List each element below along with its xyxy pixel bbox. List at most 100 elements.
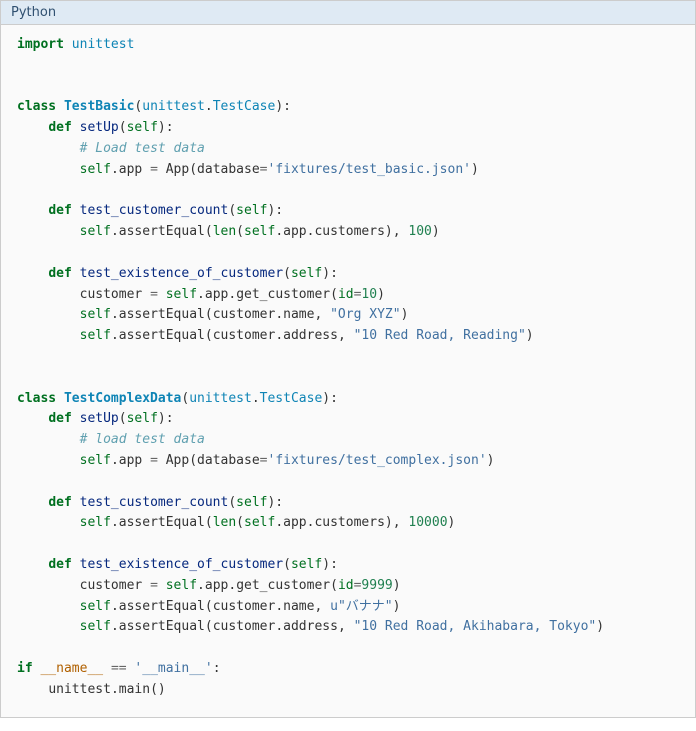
num-9999: 9999 [361, 578, 392, 593]
str-addr-reading: "10 Red Road, Reading" [354, 328, 526, 343]
bi-len: len [213, 515, 236, 530]
kw-def: def [48, 120, 71, 135]
self: self [166, 287, 197, 302]
op-eq: = [260, 162, 268, 177]
self: self [236, 203, 267, 218]
code-content: import unittest class TestBasic(unittest… [1, 25, 695, 717]
var-customer: customer [80, 287, 143, 302]
code-block: Python import unittest class TestBasic(u… [0, 0, 696, 718]
op-eq: = [150, 162, 158, 177]
language-label: Python [11, 5, 56, 20]
fn-test-customer-count: test_customer_count [80, 495, 229, 510]
self: self [291, 557, 322, 572]
self: self [291, 266, 322, 281]
self: self [80, 515, 111, 530]
mod-unittest: unittest [48, 682, 111, 697]
var-customer: customer [80, 578, 143, 593]
attr-app: app [283, 224, 306, 239]
attr-app: app [119, 162, 142, 177]
kw-class: class [17, 391, 56, 406]
cls-testcase: TestCase [213, 99, 276, 114]
str-main: '__main__' [134, 661, 212, 676]
fn-get-customer: get_customer [236, 287, 330, 302]
num-10: 10 [361, 287, 377, 302]
kwarg-database: database [197, 162, 260, 177]
self: self [236, 495, 267, 510]
cls-testcase: TestCase [260, 391, 323, 406]
fn-test-customer-count: test_customer_count [80, 203, 229, 218]
mod-unittest: unittest [189, 391, 252, 406]
fn-setup: setUp [80, 411, 119, 426]
kw-def: def [48, 495, 71, 510]
self: self [166, 578, 197, 593]
fn-assertEqual: assertEqual [119, 328, 205, 343]
str-fixture-complex: 'fixtures/test_complex.json' [268, 453, 487, 468]
op-eq: = [150, 453, 158, 468]
self: self [80, 162, 111, 177]
attr-name: name [283, 307, 314, 322]
var-customer: customer [213, 307, 276, 322]
attr-app: app [283, 515, 306, 530]
fn-get-customer: get_customer [236, 578, 330, 593]
kw-if: if [17, 661, 33, 676]
fn-assertEqual: assertEqual [119, 515, 205, 530]
self: self [127, 120, 158, 135]
self: self [244, 224, 275, 239]
self: self [80, 328, 111, 343]
cls-testbasic: TestBasic [64, 99, 134, 114]
fn-main: main [119, 682, 150, 697]
op-eqeq: == [111, 661, 127, 676]
kw-def: def [48, 203, 71, 218]
self: self [80, 224, 111, 239]
str-fixture-basic: 'fixtures/test_basic.json' [268, 162, 472, 177]
mod-unittest: unittest [142, 99, 205, 114]
kw-def: def [48, 557, 71, 572]
attr-customers: customers [314, 224, 384, 239]
kwarg-id: id [338, 287, 354, 302]
str-addr-tokyo: "10 Red Road, Akihabara, Tokyo" [354, 619, 597, 634]
var-customer: customer [213, 599, 276, 614]
mod-unittest: unittest [72, 37, 135, 52]
self: self [80, 307, 111, 322]
str-banana: "バナナ" [338, 599, 393, 614]
fn-setup: setUp [80, 120, 119, 135]
attr-address: address [283, 619, 338, 634]
attr-name: name [283, 599, 314, 614]
attr-address: address [283, 328, 338, 343]
kw-def: def [48, 411, 71, 426]
kwarg-id: id [338, 578, 354, 593]
fn-assertEqual: assertEqual [119, 224, 205, 239]
attr-customers: customers [314, 515, 384, 530]
self: self [80, 453, 111, 468]
str-org-xyz: "Org XYZ" [330, 307, 400, 322]
fn-App: App [166, 453, 189, 468]
cls-testcomplex: TestComplexData [64, 391, 181, 406]
attr-app: app [205, 287, 228, 302]
self: self [127, 411, 158, 426]
op-eq: = [150, 287, 158, 302]
dunder-name: __name__ [40, 661, 103, 676]
comment-load-test-data: # Load test data [80, 141, 205, 156]
attr-app: app [119, 453, 142, 468]
attr-app: app [205, 578, 228, 593]
num-100: 100 [408, 224, 431, 239]
op-eq: = [150, 578, 158, 593]
fn-test-existence: test_existence_of_customer [80, 266, 284, 281]
fn-assertEqual: assertEqual [119, 599, 205, 614]
kw-class: class [17, 99, 56, 114]
op-eq: = [260, 453, 268, 468]
fn-assertEqual: assertEqual [119, 307, 205, 322]
kw-def: def [48, 266, 71, 281]
var-customer: customer [213, 328, 276, 343]
self: self [80, 599, 111, 614]
var-customer: customer [213, 619, 276, 634]
fn-test-existence: test_existence_of_customer [80, 557, 284, 572]
comment-load-test-data-2: # load test data [80, 432, 205, 447]
bi-len: len [213, 224, 236, 239]
self: self [80, 619, 111, 634]
code-language-header: Python [1, 1, 695, 25]
self: self [244, 515, 275, 530]
fn-App: App [166, 162, 189, 177]
num-10000: 10000 [408, 515, 447, 530]
str-prefix-u: u [330, 599, 338, 614]
